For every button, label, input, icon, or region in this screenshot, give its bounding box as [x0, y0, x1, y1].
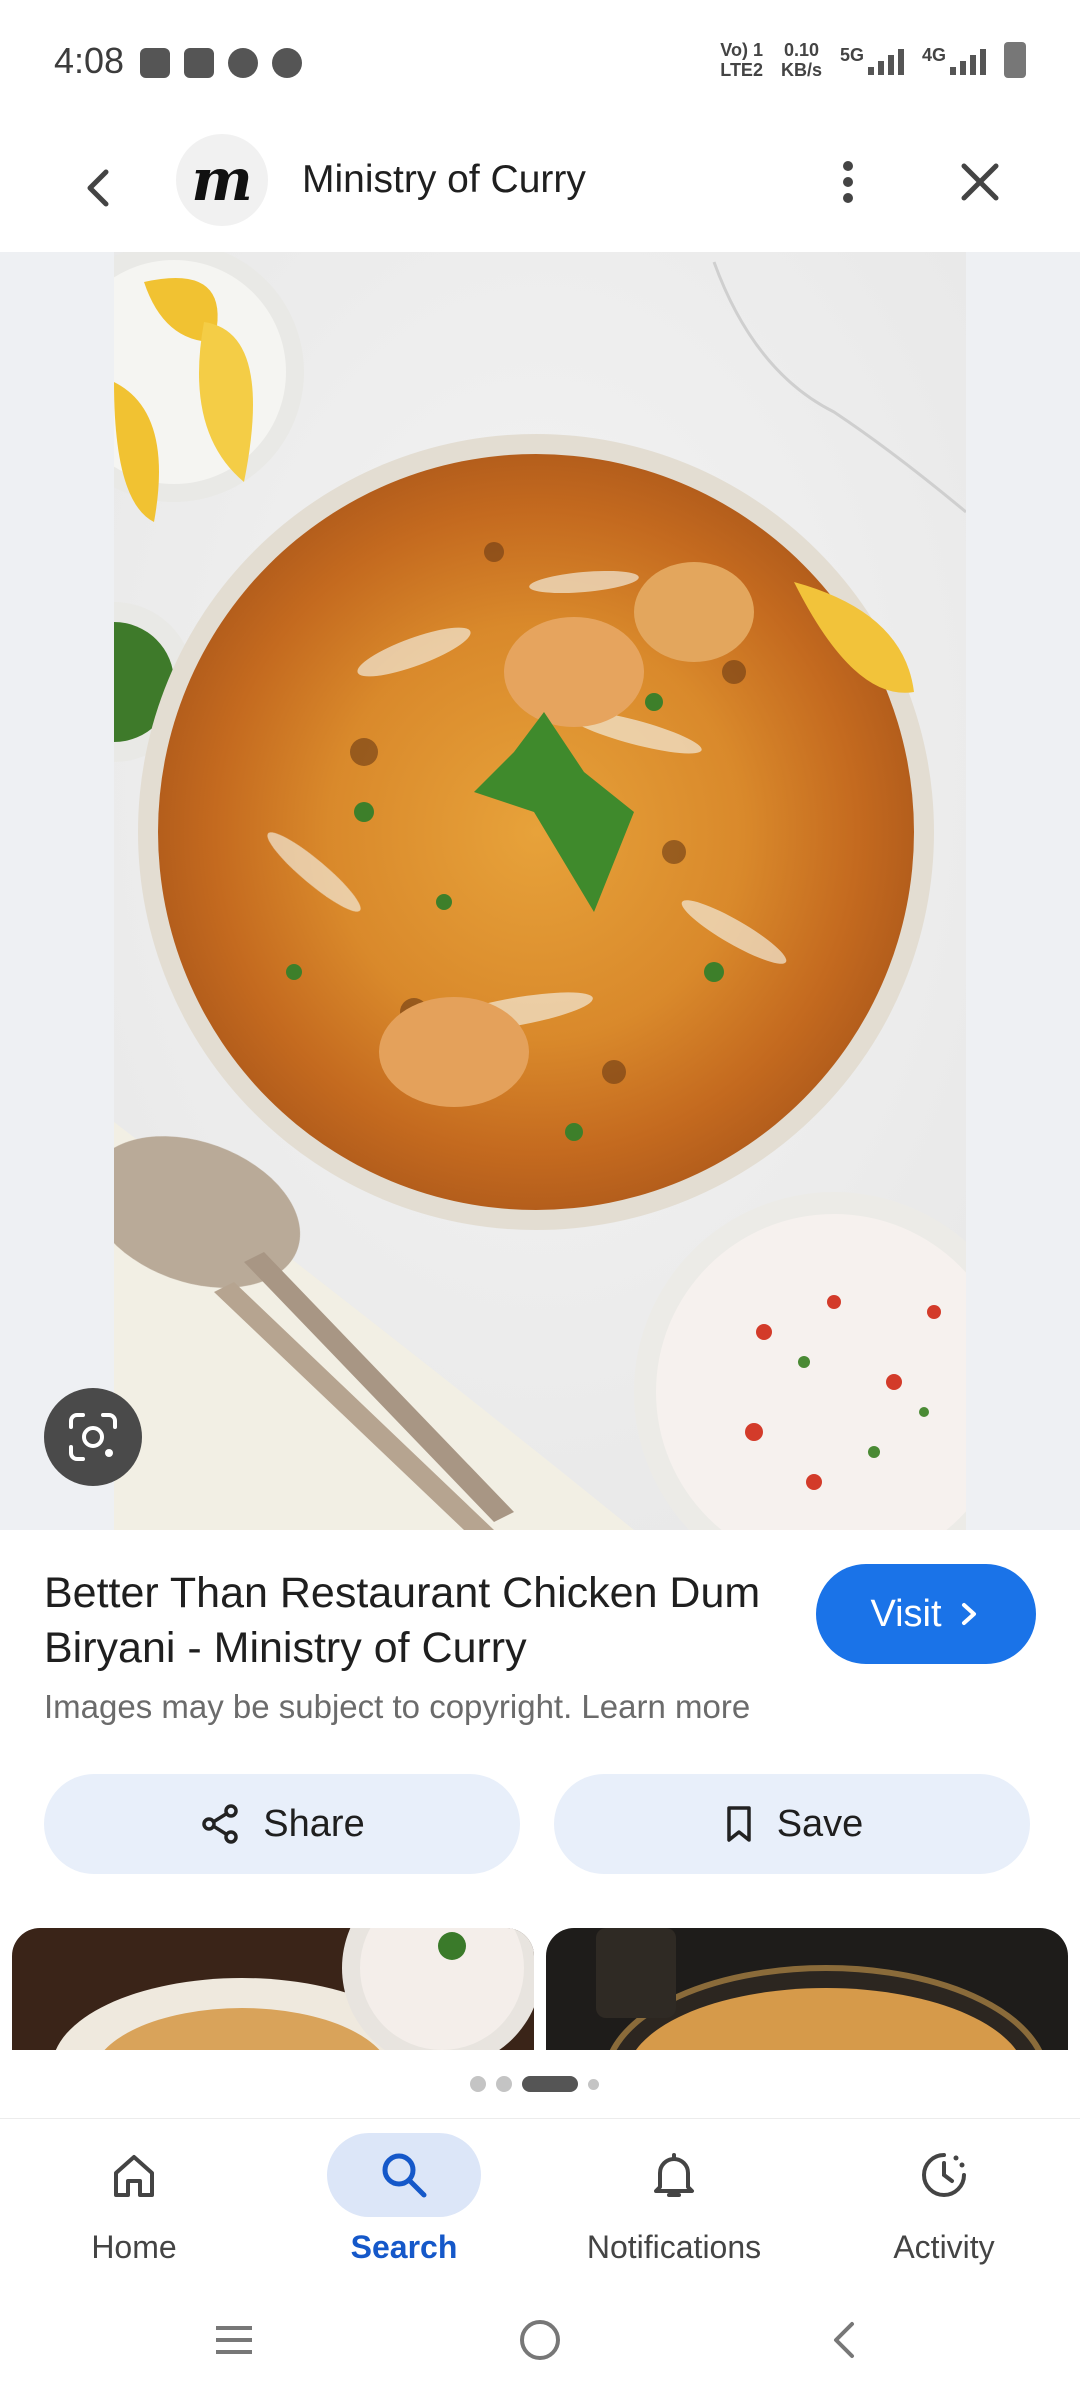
location-icon — [272, 48, 302, 78]
signal-bars-icon — [867, 45, 904, 75]
viewer-header: m Ministry of Curry — [0, 128, 1080, 250]
site-avatar[interactable]: m — [176, 134, 268, 226]
chevron-left-icon — [87, 169, 109, 207]
related-biryani-photo — [12, 1928, 534, 2050]
system-navigation — [0, 2284, 1080, 2392]
copyright-notice[interactable]: Images may be subject to copyright. Lear… — [44, 1688, 750, 1726]
signal-sim1: 5G — [840, 45, 904, 75]
signal-sim2: 4G — [922, 45, 986, 75]
app-notification-icon — [184, 48, 214, 78]
page-indicator — [470, 2076, 599, 2092]
bell-icon — [654, 2153, 694, 2197]
share-icon — [202, 1804, 239, 1844]
signal-bars-icon — [950, 45, 986, 75]
related-image[interactable] — [546, 1928, 1068, 2050]
volte-indicator: Vo) 1 LTE2 — [720, 40, 763, 80]
share-button[interactable]: Share — [44, 1774, 520, 1874]
circle-home-icon — [520, 2320, 560, 2360]
network-speed: 0.10 KB/s — [780, 40, 822, 80]
related-biryani-photo — [546, 1928, 1068, 2050]
app-notification-icon — [228, 48, 258, 78]
save-button[interactable]: Save — [554, 1774, 1030, 1874]
chevron-right-icon — [961, 1603, 976, 1625]
google-lens-button[interactable] — [44, 1388, 142, 1486]
visit-button[interactable]: Visit — [816, 1564, 1036, 1664]
site-name[interactable]: Ministry of Curry — [302, 158, 586, 202]
recents-button[interactable] — [204, 2310, 264, 2370]
menu-icon — [216, 2326, 252, 2354]
lens-icon — [69, 1413, 117, 1461]
close-icon — [961, 163, 999, 201]
search-icon — [382, 2153, 427, 2198]
home-system-button[interactable] — [510, 2310, 570, 2370]
nav-notifications[interactable]: Notifications — [554, 2133, 794, 2283]
status-bar: 4:08 Vo) 1 LTE2 0.10 KB/s 5G 4G — [0, 0, 1080, 128]
more-vert-icon — [843, 161, 853, 203]
nav-search[interactable]: Search — [284, 2133, 524, 2283]
chevron-left-icon — [834, 2322, 854, 2358]
activity-icon — [922, 2153, 966, 2197]
close-button[interactable] — [950, 152, 1010, 212]
related-image[interactable] — [12, 1928, 534, 2050]
biryani-image[interactable] — [114, 252, 966, 1530]
back-system-button[interactable] — [816, 2310, 876, 2370]
image-viewer — [0, 252, 1080, 1530]
result-title[interactable]: Better Than Restaurant Chicken Dum Birya… — [44, 1566, 784, 1676]
phone-app-icon — [140, 48, 170, 78]
notification-icons — [140, 48, 302, 78]
bookmark-icon — [726, 1806, 751, 1842]
back-button[interactable] — [70, 158, 130, 218]
status-indicators: Vo) 1 LTE2 0.10 KB/s 5G 4G — [720, 40, 1026, 80]
bottom-navigation: Home Search Notifications Activity — [0, 2118, 1080, 2284]
more-options-button[interactable] — [818, 152, 878, 212]
nav-activity[interactable]: Activity — [824, 2133, 1064, 2283]
home-icon — [114, 2155, 154, 2197]
battery-icon — [1004, 42, 1026, 78]
status-time: 4:08 — [54, 40, 125, 81]
biryani-photo — [114, 252, 966, 1530]
nav-home[interactable]: Home — [14, 2133, 254, 2283]
